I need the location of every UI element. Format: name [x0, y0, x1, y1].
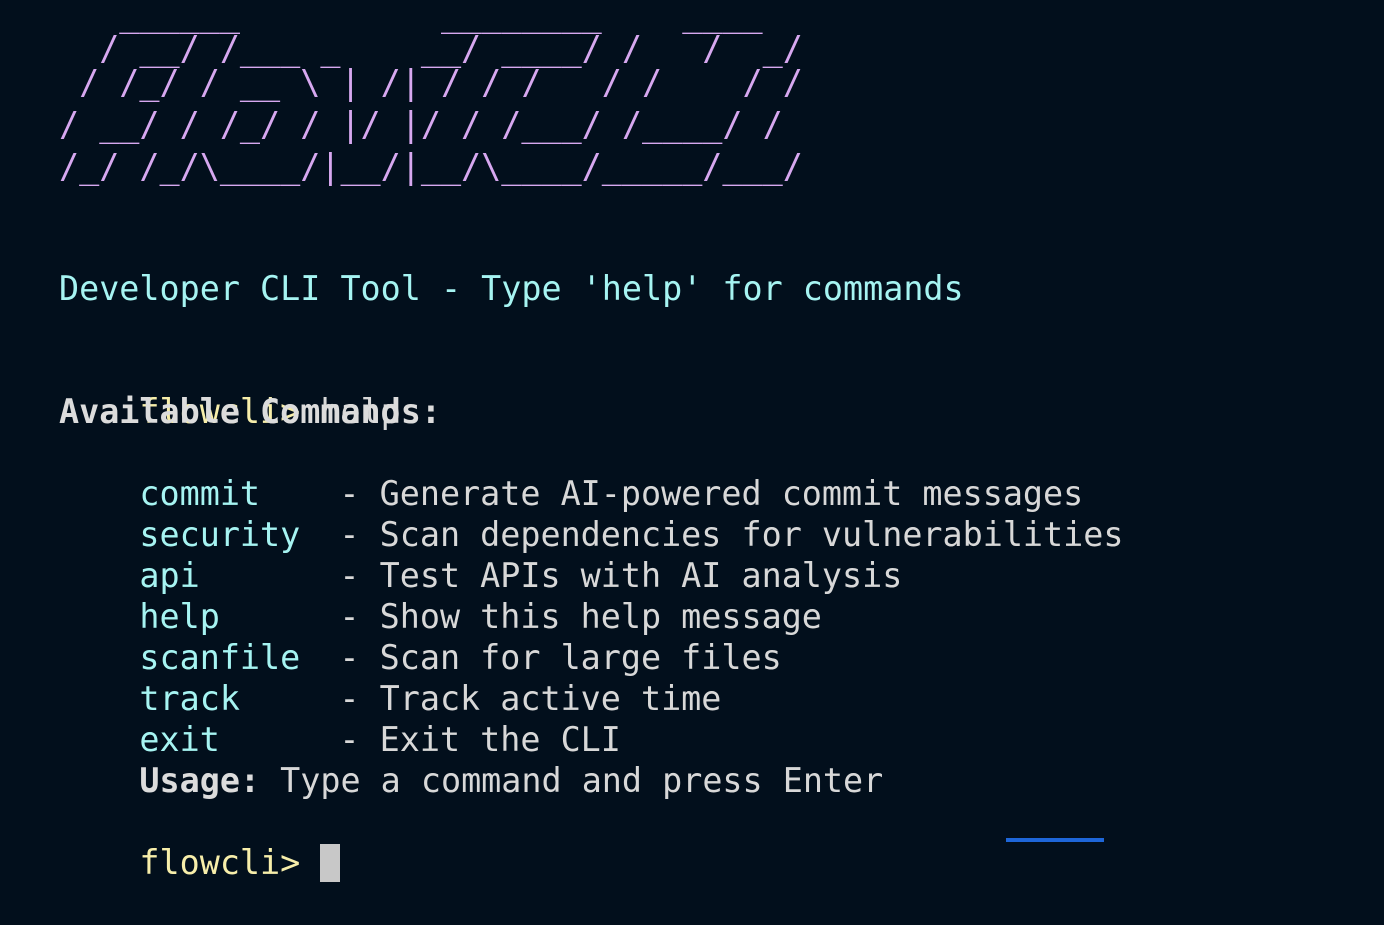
text-cursor [320, 843, 341, 882]
terminal-window[interactable]: ______ ________ ____ / __/ /___ _ __/ __… [59, 0, 1369, 882]
active-prompt-line[interactable]: flowcli> [59, 801, 341, 882]
scroll-indicator [1006, 838, 1104, 842]
banner-line-3: / /_/ / __ \ | /| / / / / / / / [59, 63, 844, 102]
command-row-help: help - Show this help message [59, 555, 821, 636]
usage-label: Usage: [139, 761, 261, 800]
banner-line-5: /_/ /_/\____/|__/|__/\____/_____/___/ [59, 147, 844, 186]
tagline: Developer CLI Tool - Type 'help' for com… [59, 269, 964, 308]
command-row-track: track - Track active time [59, 637, 721, 718]
command-row-security: security - Scan dependencies for vulnerab… [59, 473, 1123, 554]
usage-line: Usage: Type a command and press Enter [59, 719, 883, 800]
command-row-scanfile: scanfile - Scan for large files [59, 596, 781, 677]
command-row-api: api - Test APIs with AI analysis [59, 514, 902, 595]
history-prompt-line: flowcli> help [59, 350, 400, 431]
banner-line-4: / __/ / /_/ / |/ |/ / /___/ /____/ / [59, 105, 823, 144]
command-row-commit: commit - Generate AI-powered commit messa… [59, 432, 1083, 513]
prompt-label: flowcli> [139, 843, 301, 882]
help-heading: Available Commands: [59, 392, 441, 431]
usage-text: Type a command and press Enter [280, 761, 884, 800]
command-row-exit: exit - Exit the CLI [59, 678, 620, 759]
